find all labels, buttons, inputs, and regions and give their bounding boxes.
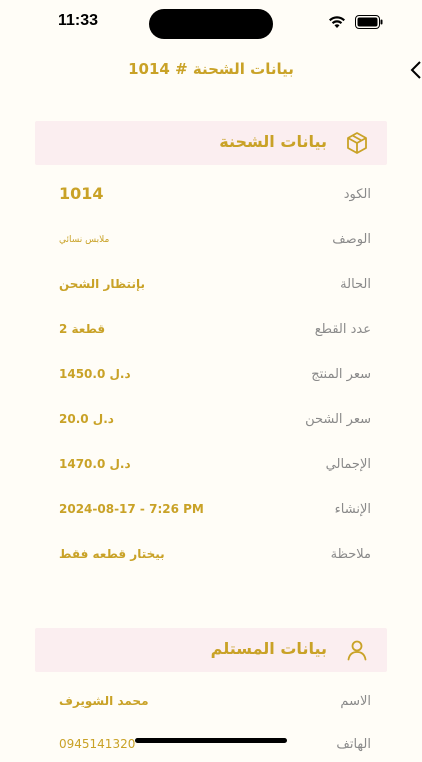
row-label: ملاحظة — [330, 547, 371, 562]
row-label: الإجمالي — [325, 457, 371, 472]
row-label: الاسم — [340, 694, 371, 709]
row-created: الإنشاء 2024-08-17 - 7:26 PM — [0, 497, 422, 527]
wifi-icon — [329, 16, 345, 28]
user-icon — [347, 640, 367, 661]
page-title: بيانات الشحنة # 1014 — [128, 60, 294, 78]
row-label: الحالة — [340, 277, 371, 292]
row-label: الإنشاء — [334, 502, 371, 517]
row-label: سعر الشحن — [305, 412, 371, 427]
status-time: 11:33 — [58, 12, 99, 29]
row-value: 20.0 د.ل — [59, 412, 114, 426]
row-label: سعر المنتج — [311, 367, 371, 382]
row-value: 1014 — [59, 184, 104, 203]
box-icon — [347, 132, 367, 154]
row-description: الوصف ملابس نسائي — [0, 227, 422, 257]
row-status: الحالة بإنتظار الشحن — [0, 272, 422, 302]
recipient-section-title: بيانات المستلم — [210, 639, 327, 658]
home-indicator — [135, 738, 287, 743]
row-total: الإجمالي 1470.0 د.ل — [0, 452, 422, 482]
dynamic-island — [149, 9, 273, 39]
row-value: 1470.0 د.ل — [59, 457, 131, 471]
status-bar: 11:33 — [0, 0, 422, 46]
row-value: 0945141320 — [59, 737, 136, 751]
shipment-section-header: بيانات الشحنة — [35, 121, 387, 165]
row-recipient-name: الاسم محمد الشويرف — [0, 689, 422, 719]
shipment-section-title: بيانات الشحنة — [219, 132, 327, 151]
row-shipping-price: سعر الشحن 20.0 د.ل — [0, 407, 422, 437]
row-label: الكود — [343, 187, 371, 202]
recipient-section-header: بيانات المستلم — [35, 628, 387, 672]
row-value: محمد الشويرف — [59, 694, 149, 708]
row-value: 2 قطعة — [59, 322, 106, 336]
row-note: ملاحظة بيختار قطعه فقط — [0, 542, 422, 572]
row-code: الكود 1014 — [0, 182, 422, 212]
row-value: بإنتظار الشحن — [59, 277, 145, 291]
row-pieces: عدد القطع 2 قطعة — [0, 317, 422, 347]
row-value: 2024-08-17 - 7:26 PM — [59, 502, 204, 516]
row-label: عدد القطع — [314, 322, 371, 337]
back-chevron-icon[interactable] — [408, 60, 422, 80]
battery-icon — [355, 15, 383, 29]
row-recipient-phone: الهاتف 0945141320 — [0, 732, 422, 762]
row-label: الوصف — [332, 232, 371, 247]
row-product-price: سعر المنتج 1450.0 د.ل — [0, 362, 422, 392]
row-value: 1450.0 د.ل — [59, 367, 131, 381]
row-value: ملابس نسائي — [59, 235, 110, 245]
row-value: بيختار قطعه فقط — [59, 547, 165, 561]
